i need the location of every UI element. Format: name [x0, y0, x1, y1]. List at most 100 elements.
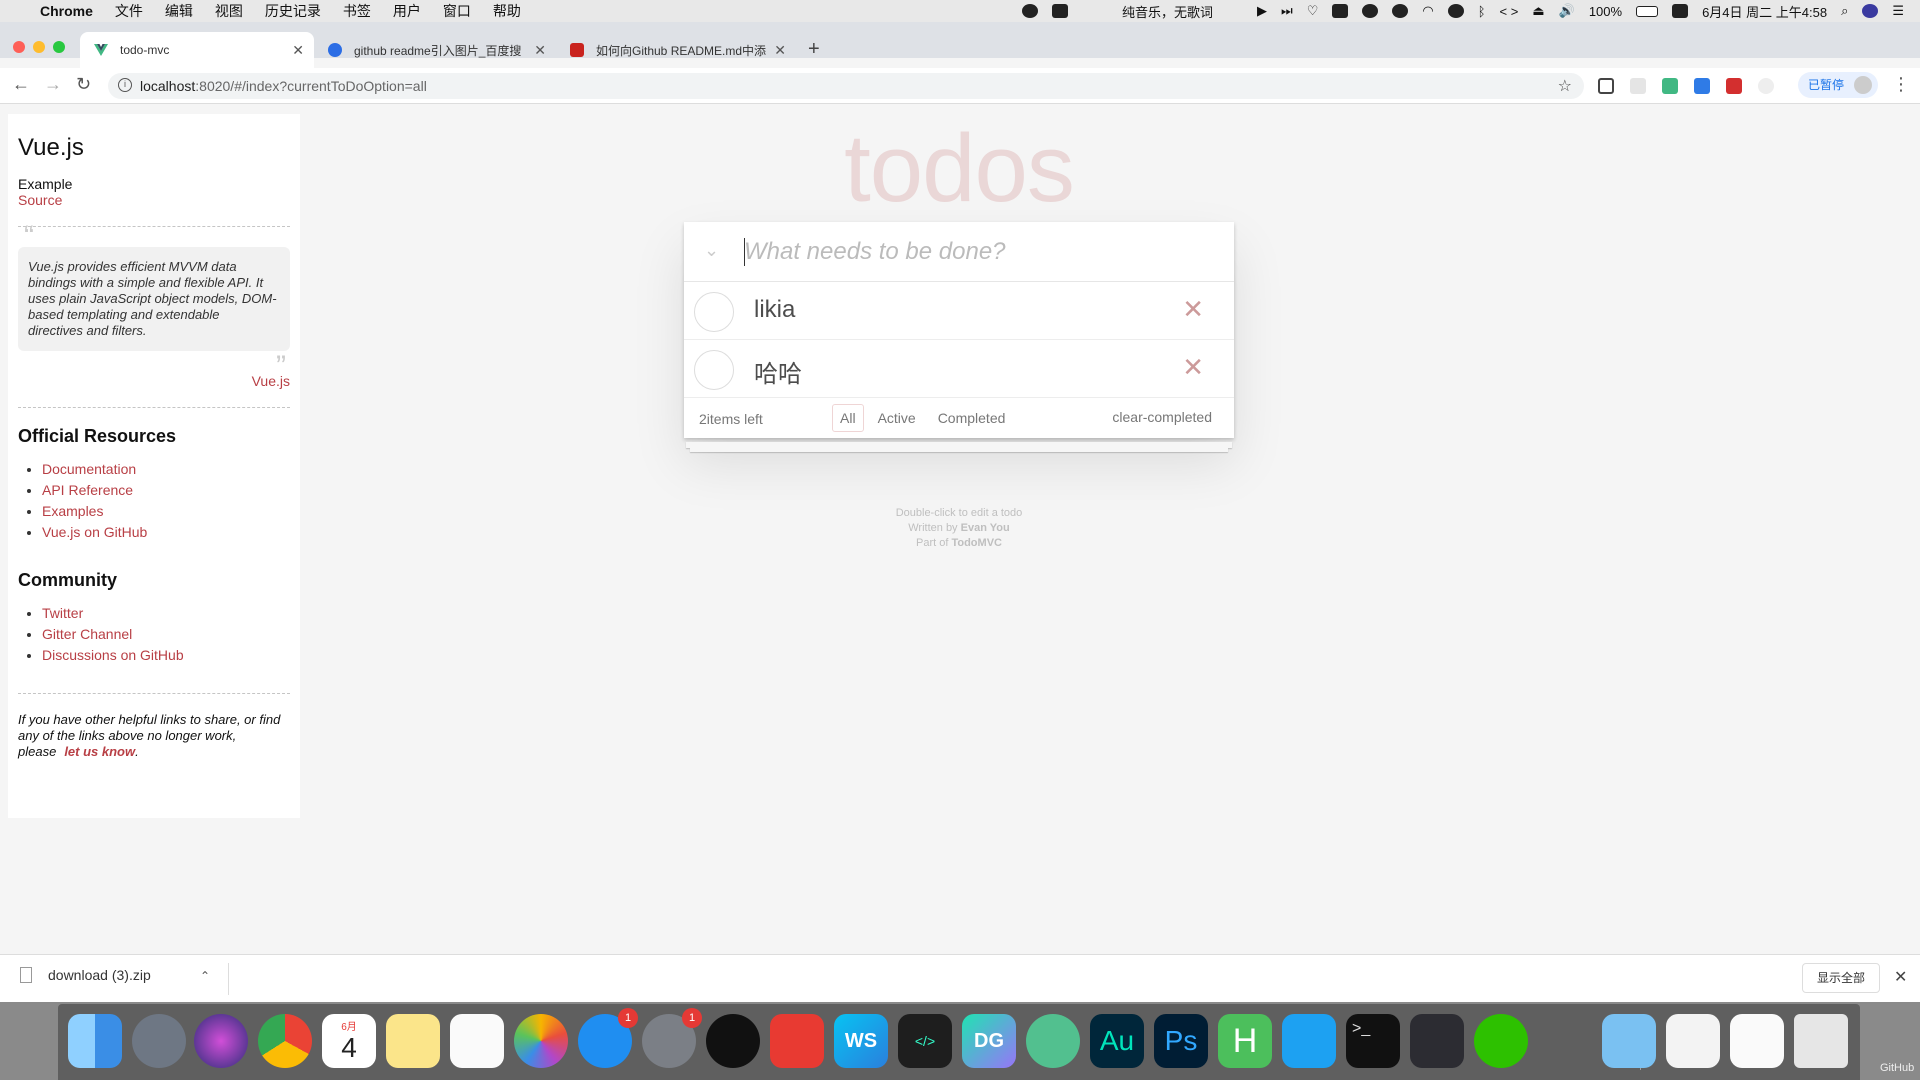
- webstorm-icon[interactable]: WS: [834, 1014, 888, 1068]
- close-download-shelf-icon[interactable]: ✕: [1894, 967, 1907, 987]
- code-editor-icon[interactable]: </>: [898, 1014, 952, 1068]
- bookmark-star-icon[interactable]: ☆: [1558, 76, 1572, 96]
- battery-percent[interactable]: 100%: [1589, 4, 1622, 19]
- todo-toggle-checkbox[interactable]: [694, 292, 734, 332]
- calendar-icon[interactable]: 6月 4: [322, 1014, 376, 1068]
- tab-close-icon[interactable]: ✕: [774, 42, 786, 59]
- tab-todo-mvc[interactable]: todo-mvc ✕: [80, 32, 314, 68]
- download-options-chevron-icon[interactable]: ⌃: [200, 969, 210, 983]
- menubar-datetime[interactable]: 6月4日 周二 上午4:58: [1702, 2, 1827, 21]
- spotlight-search-icon[interactable]: ⌕: [1841, 3, 1848, 19]
- qq-status-icon[interactable]: [1392, 4, 1409, 18]
- photos-icon[interactable]: [514, 1014, 568, 1068]
- bluetooth-icon[interactable]: ᛒ: [1478, 4, 1486, 19]
- source-link[interactable]: Source: [18, 192, 62, 208]
- vue-devtools-icon[interactable]: [1662, 78, 1678, 94]
- reminders-icon[interactable]: [450, 1014, 504, 1068]
- todo-item[interactable]: likia ✕: [684, 282, 1234, 340]
- tab-csdn-article[interactable]: 如何向Github README.md中添 ✕: [556, 32, 796, 68]
- back-arrow-icon[interactable]: ←: [12, 74, 30, 95]
- tab-close-icon[interactable]: ✕: [292, 42, 304, 59]
- trash-icon[interactable]: [1794, 1014, 1848, 1068]
- launchpad-icon[interactable]: [132, 1014, 186, 1068]
- play-icon[interactable]: ▶: [1257, 3, 1267, 19]
- terminal-icon[interactable]: >_: [1346, 1014, 1400, 1068]
- datagrip-icon[interactable]: DG: [962, 1014, 1016, 1068]
- address-bar[interactable]: i localhost:8020/#/index?currentToDoOpti…: [108, 73, 1584, 99]
- gitter-link[interactable]: Gitter Channel: [42, 626, 132, 642]
- menu-view[interactable]: 视图: [215, 1, 243, 21]
- delete-todo-icon[interactable]: ✕: [1182, 294, 1204, 325]
- netease-music-icon[interactable]: [770, 1014, 824, 1068]
- new-tab-button[interactable]: +: [808, 38, 820, 61]
- battery-icon[interactable]: [1636, 5, 1659, 17]
- filter-active[interactable]: Active: [870, 404, 924, 432]
- heart-icon[interactable]: ♡: [1307, 3, 1319, 19]
- clear-completed-button[interactable]: clear-completed: [1112, 409, 1212, 425]
- atom-icon[interactable]: [1026, 1014, 1080, 1068]
- wifi-icon[interactable]: ◠: [1422, 3, 1433, 19]
- volume-icon[interactable]: 🔊: [1559, 3, 1575, 19]
- netease-status-icon[interactable]: [1362, 4, 1379, 18]
- audition-icon[interactable]: Au: [1090, 1014, 1144, 1068]
- fe-helper-icon[interactable]: [1726, 78, 1742, 94]
- docker-status-icon[interactable]: [1052, 4, 1068, 18]
- toggle-all-chevron-icon[interactable]: ⌄: [704, 240, 719, 261]
- siri-icon[interactable]: [194, 1014, 248, 1068]
- menu-file[interactable]: 文件: [115, 1, 143, 21]
- todo-label[interactable]: likia: [754, 296, 795, 324]
- delete-todo-icon[interactable]: ✕: [1182, 352, 1204, 383]
- chrome-icon[interactable]: [258, 1014, 312, 1068]
- tab-baidu-search[interactable]: github readme引入图片_百度搜 ✕: [314, 32, 556, 68]
- filter-all[interactable]: All: [832, 404, 864, 432]
- notes-icon[interactable]: [386, 1014, 440, 1068]
- todomvc-link[interactable]: TodoMVC: [951, 537, 1002, 549]
- finder-icon[interactable]: [68, 1014, 122, 1068]
- now-playing-text[interactable]: 纯音乐，无歌词: [1122, 2, 1213, 21]
- system-preferences-icon[interactable]: 1: [642, 1008, 702, 1068]
- let-us-know-link[interactable]: let us know: [64, 744, 135, 759]
- api-reference-link[interactable]: API Reference: [42, 482, 133, 498]
- tab-close-icon[interactable]: ✕: [534, 42, 546, 59]
- author-link[interactable]: Evan You: [961, 522, 1010, 534]
- siri-status-icon[interactable]: [1862, 4, 1879, 18]
- filter-completed[interactable]: Completed: [930, 404, 1014, 432]
- next-track-icon[interactable]: ⏭: [1281, 3, 1293, 19]
- menu-bookmarks[interactable]: 书签: [343, 1, 371, 21]
- examples-link[interactable]: Examples: [42, 503, 103, 519]
- blank-extension-icon[interactable]: [1630, 78, 1646, 94]
- forward-arrow-icon[interactable]: →: [44, 74, 62, 95]
- yandex-extension-icon[interactable]: [1758, 78, 1774, 94]
- window-thumbnail-icon[interactable]: [1666, 1014, 1720, 1068]
- menu-help[interactable]: 帮助: [493, 1, 521, 21]
- menu-window[interactable]: 窗口: [443, 1, 471, 21]
- airplay-icon[interactable]: ⏏: [1532, 3, 1544, 19]
- window-thumbnail-icon[interactable]: [1730, 1014, 1784, 1068]
- site-info-icon[interactable]: i: [118, 78, 132, 92]
- input-method-icon[interactable]: [1672, 4, 1689, 18]
- wechat-icon[interactable]: [1474, 1014, 1528, 1068]
- todo-toggle-checkbox[interactable]: [694, 350, 734, 390]
- todo-label[interactable]: 哈哈: [754, 354, 802, 389]
- vscode-icon[interactable]: [1410, 1014, 1464, 1068]
- menu-edit[interactable]: 编辑: [165, 1, 193, 21]
- vue-github-link[interactable]: Vue.js on GitHub: [42, 524, 147, 540]
- menu-history[interactable]: 历史记录: [265, 1, 321, 21]
- notification-center-icon[interactable]: ☰: [1892, 3, 1904, 19]
- translate-extension-icon[interactable]: [1694, 78, 1710, 94]
- photoshop-icon[interactable]: Ps: [1154, 1014, 1208, 1068]
- vpn-status-icon[interactable]: [1447, 4, 1464, 18]
- menu-people[interactable]: 用户: [393, 1, 421, 21]
- qq-icon[interactable]: [706, 1014, 760, 1068]
- twitter-app-icon[interactable]: [1282, 1014, 1336, 1068]
- download-item[interactable]: download (3).zip: [20, 967, 151, 983]
- code-status-icon[interactable]: < >: [1500, 4, 1519, 19]
- app-store-icon[interactable]: 1: [578, 1008, 638, 1068]
- menu-app-name[interactable]: Chrome: [40, 3, 93, 19]
- reload-icon[interactable]: ↻: [76, 74, 91, 95]
- window-minimize-button[interactable]: [33, 41, 45, 53]
- discussions-link[interactable]: Discussions on GitHub: [42, 647, 184, 663]
- bookmark-extension-icon[interactable]: [1598, 78, 1614, 94]
- todo-item[interactable]: 哈哈 ✕: [684, 340, 1234, 398]
- hbuilder-icon[interactable]: H: [1218, 1014, 1272, 1068]
